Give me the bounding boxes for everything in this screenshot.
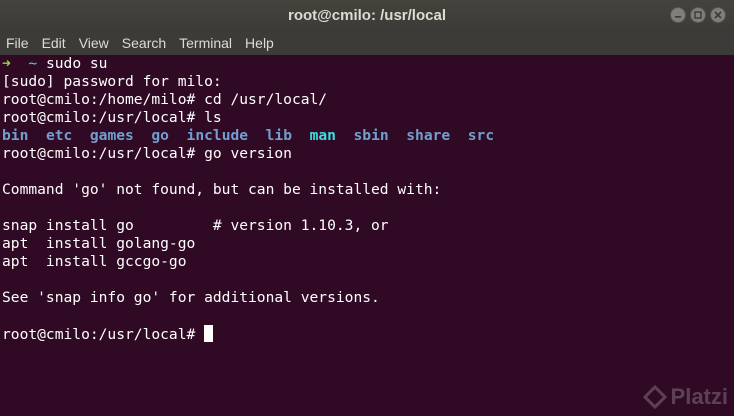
window-controls <box>670 7 726 23</box>
dir-entry: share <box>406 127 451 144</box>
terminal-line: root@cmilo:/usr/local# go version <box>2 145 292 162</box>
terminal-line: root@cmilo:/home/milo# cd /usr/local/ <box>2 91 328 108</box>
dir-entry: games <box>89 127 134 144</box>
menu-help[interactable]: Help <box>245 31 274 55</box>
maximize-icon <box>694 11 702 19</box>
close-icon <box>714 11 722 19</box>
dir-entry: go <box>151 127 169 144</box>
prompt-arrow-icon: ➜ <box>2 55 11 72</box>
terminal-window: root@cmilo: /usr/local File Edit View Se… <box>0 0 734 416</box>
minimize-button[interactable] <box>670 7 686 23</box>
watermark-text: Platzi <box>670 384 728 409</box>
menu-view[interactable]: View <box>79 31 109 55</box>
dir-entry: include <box>186 127 249 144</box>
menu-terminal[interactable]: Terminal <box>179 31 232 55</box>
window-title: root@cmilo: /usr/local <box>288 7 446 24</box>
terminal-line: ➜ ~ sudo su <box>2 55 734 73</box>
terminal-line: See 'snap info go' for additional versio… <box>2 289 380 306</box>
terminal-line: Command 'go' not found, but can be insta… <box>2 181 442 198</box>
minimize-icon <box>675 16 681 18</box>
ls-output-line: bin etc games go include lib man sbin sh… <box>2 127 734 145</box>
prompt-home-dir: ~ <box>28 55 38 72</box>
dir-entry: man <box>309 127 336 144</box>
maximize-button[interactable] <box>690 7 706 23</box>
terminal-output[interactable]: ➜ ~ sudo su [sudo] password for milo: ro… <box>0 55 734 416</box>
platzi-logo-icon <box>642 385 667 409</box>
dir-entry: bin <box>2 127 29 144</box>
terminal-line: snap install go # version 1.10.3, or <box>2 217 389 234</box>
text-cursor <box>204 325 214 342</box>
dir-entry: src <box>467 127 495 144</box>
menu-bar: File Edit View Search Terminal Help <box>0 31 734 55</box>
command-text: sudo su <box>45 55 108 72</box>
terminal-line: apt install gccgo-go <box>2 253 187 270</box>
terminal-line: apt install golang-go <box>2 235 196 252</box>
menu-edit[interactable]: Edit <box>42 31 66 55</box>
dir-entry: etc <box>45 127 73 144</box>
terminal-line: [sudo] password for milo: <box>2 73 222 90</box>
dir-entry: lib <box>265 127 292 144</box>
watermark: Platzi <box>642 384 728 410</box>
close-button[interactable] <box>710 7 726 23</box>
shell-prompt: root@cmilo:/usr/local# <box>2 326 205 343</box>
terminal-line: root@cmilo:/usr/local# ls <box>2 109 222 126</box>
title-bar[interactable]: root@cmilo: /usr/local <box>0 0 734 31</box>
menu-search[interactable]: Search <box>122 31 166 55</box>
dir-entry: sbin <box>353 127 389 144</box>
menu-file[interactable]: File <box>6 31 29 55</box>
terminal-prompt-line: root@cmilo:/usr/local# <box>2 325 734 343</box>
